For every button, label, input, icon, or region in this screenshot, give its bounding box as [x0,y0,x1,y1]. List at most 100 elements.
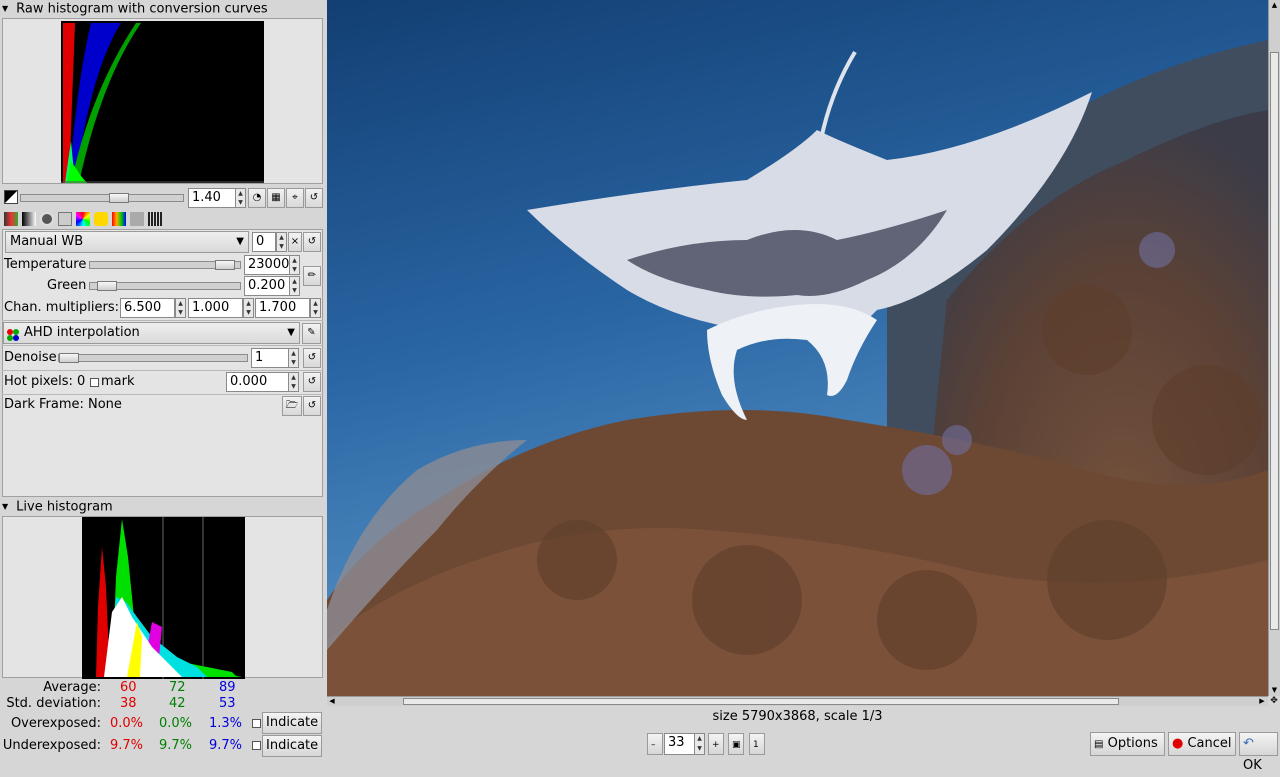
std-blue: 53 [219,696,236,711]
green-input[interactable]: 0.200 [244,276,290,296]
separator [2,370,323,371]
tab-crop-icon[interactable] [130,212,144,226]
eyedropper-icon[interactable]: ✏ [303,266,321,286]
smoothing-brush-icon[interactable]: ✎ [302,323,321,344]
expander-icon[interactable]: ▼ [2,498,12,516]
cancel-label: Cancel [1187,736,1232,751]
exposure-slider[interactable] [20,193,184,203]
tab-grayscale-icon[interactable] [22,212,36,226]
denoise-input[interactable]: 1 [251,348,289,368]
overexposed-label: Overexposed: [10,716,101,731]
chevron-down-icon: ▼ [287,327,295,338]
chan-multipliers-label: Chan. multipliers: [4,300,119,315]
chan-multiplier-red-input[interactable]: 6.500 [120,298,175,318]
cancel-button[interactable]: ● Cancel [1168,732,1236,756]
exposure-row: 1.40 ▲ ▼ ◔ ▦ ⌖ ↺ [2,187,323,211]
options-button[interactable]: ▤ Options [1090,732,1165,756]
indicate-overexposed-checkbox[interactable] [252,719,261,728]
tab-color-icon[interactable] [76,212,90,226]
wb-delete-icon[interactable]: × [288,232,302,252]
reset-dark-frame-icon[interactable]: ↺ [303,396,321,416]
hot-pixels-input[interactable]: 0.000 [226,372,289,392]
separator [2,320,323,321]
vertical-scroll-thumb[interactable] [1270,52,1279,630]
zoom-in-icon[interactable]: + [708,733,724,755]
image-preview[interactable] [327,0,1268,696]
horizontal-scrollbar[interactable]: ◀ ▶ [327,696,1268,706]
interpolation-combo[interactable]: AHD interpolation ▼ [3,322,300,344]
denoise-slider[interactable] [58,353,248,363]
ok-button[interactable]: ↶ OK [1239,732,1278,773]
green-spinner[interactable]: ▲ ▼ [289,276,300,296]
tab-exif-icon[interactable] [148,212,162,226]
raw-histogram-plot [61,21,264,183]
wb-finetune-spinner[interactable]: ▲ ▼ [276,232,287,252]
tab-saturation-icon[interactable] [112,212,126,226]
horizontal-scroll-thumb[interactable] [403,698,1119,705]
denoise-spinner[interactable]: ▲ ▼ [288,348,299,368]
clip-highlights-icon[interactable]: ▦ [267,188,285,208]
green-slider-thumb[interactable] [97,281,117,291]
temperature-slider[interactable] [89,260,241,270]
zoom-fit-icon[interactable]: ▣ [728,733,744,755]
tab-lens-icon[interactable] [40,212,54,226]
separator [2,394,323,395]
restore-details-icon[interactable]: ⌖ [286,188,304,208]
tab-wb-icon[interactable] [4,212,18,226]
folder-icon[interactable]: 🗁 [282,396,302,416]
options-label: Options [1107,736,1158,751]
exposure-input[interactable]: 1.40 [188,188,236,208]
hot-pixels-spinner[interactable]: ▲ ▼ [288,372,299,392]
temperature-input[interactable]: 23000 [244,255,290,275]
live-histogram-plot [82,517,245,679]
scroll-left-icon[interactable]: ◀ [327,697,337,706]
reset-exposure-icon[interactable]: ↺ [305,188,323,208]
chan-multiplier-blue-spinner[interactable]: ▲ ▼ [310,298,321,318]
green-slider[interactable] [89,281,241,291]
scroll-up-icon[interactable]: ▲ [1269,0,1280,10]
dark-frame-label: Dark Frame: None [4,397,122,412]
wb-finetune-input[interactable]: 0 [252,232,276,252]
chan-multiplier-green-spinner[interactable]: ▲ ▼ [243,298,254,318]
scroll-right-icon[interactable]: ▶ [1257,697,1267,706]
green-label: Green [47,278,87,293]
temperature-label: Temperature [4,257,87,272]
chan-multiplier-blue-input[interactable]: 1.700 [255,298,310,318]
live-histogram-header[interactable]: ▼ Live histogram [0,498,325,516]
exposure-slider-thumb[interactable] [109,193,129,203]
reset-wb-icon[interactable]: ↺ [303,232,321,252]
exposure-spinner[interactable]: ▲ ▼ [235,188,246,208]
vertical-scrollbar[interactable]: ▲ ▼ [1268,0,1280,696]
raw-histogram-title: Raw histogram with conversion curves [16,1,268,17]
denoise-slider-thumb[interactable] [59,353,79,363]
hot-pixels-label: Hot pixels: 0 [4,374,86,389]
tab-lightness-icon[interactable] [94,212,108,226]
chan-multiplier-green-input[interactable]: 1.000 [188,298,243,318]
move-icon[interactable]: ✥ [1268,696,1280,706]
temperature-slider-thumb[interactable] [215,260,235,270]
zoom-input[interactable]: 33 [664,733,695,755]
zoom-spinner[interactable]: ▲ ▼ [694,733,705,755]
reset-hot-pixels-icon[interactable]: ↺ [303,372,321,392]
scroll-down-icon[interactable]: ▼ [1269,685,1280,695]
zoom-out-icon[interactable]: – [647,733,663,755]
tab-curve-icon[interactable] [58,212,72,226]
indicate-overexposed-button[interactable]: Indicate [262,712,322,734]
reset-denoise-icon[interactable]: ↺ [303,348,321,368]
wb-preset-combo[interactable]: Manual WB ▼ [5,231,249,253]
expander-icon[interactable]: ▼ [2,0,12,18]
auto-exposure-icon[interactable]: ◔ [248,188,266,208]
zoom-100-icon[interactable]: 1 [749,733,765,755]
std-red: 38 [120,696,137,711]
std-deviation-label: Std. deviation: [6,696,101,711]
indicate-underexposed-button[interactable]: Indicate [262,735,322,757]
chan-multiplier-red-spinner[interactable]: ▲ ▼ [175,298,186,318]
indicate-underexposed-checkbox[interactable] [252,741,261,750]
rgb-dots-icon [7,328,19,341]
raw-histogram-header[interactable]: ▼ Raw histogram with conversion curves [0,0,325,18]
options-icon: ▤ [1094,739,1104,750]
temperature-spinner[interactable]: ▲ ▼ [289,255,300,275]
mark-checkbox[interactable] [90,378,99,387]
average-green: 72 [169,680,186,695]
live-histogram-frame [2,516,323,679]
